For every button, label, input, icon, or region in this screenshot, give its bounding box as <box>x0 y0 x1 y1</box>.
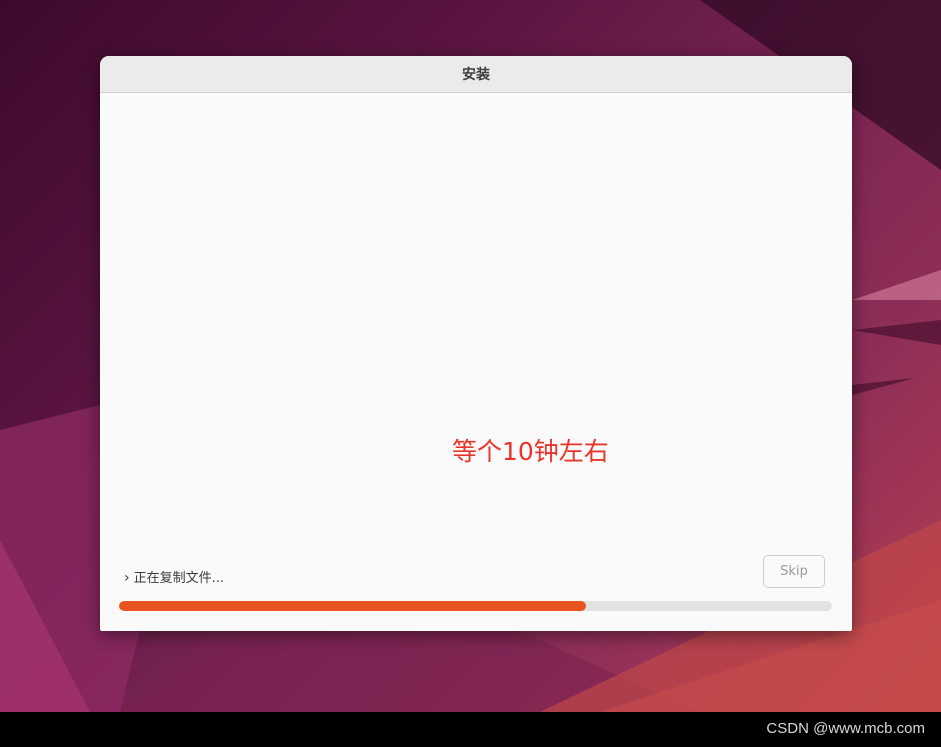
installer-window: 安装 等个10钟左右 › 正在复制文件... Skip <box>100 56 852 631</box>
status-row[interactable]: › 正在复制文件... <box>124 567 225 587</box>
watermark-text: CSDN @www.mcb.com <box>766 720 925 737</box>
annotation-text: 等个10钟左右 <box>452 437 609 466</box>
progress-fill <box>119 601 586 611</box>
skip-button[interactable]: Skip <box>763 555 825 588</box>
chevron-right-icon[interactable]: › <box>124 570 130 586</box>
status-text: 正在复制文件... <box>133 571 225 586</box>
progress-bar <box>119 601 832 611</box>
title-bar[interactable]: 安装 <box>100 56 852 93</box>
bottom-bar: CSDN @www.mcb.com <box>0 712 941 747</box>
window-title: 安装 <box>462 67 490 83</box>
